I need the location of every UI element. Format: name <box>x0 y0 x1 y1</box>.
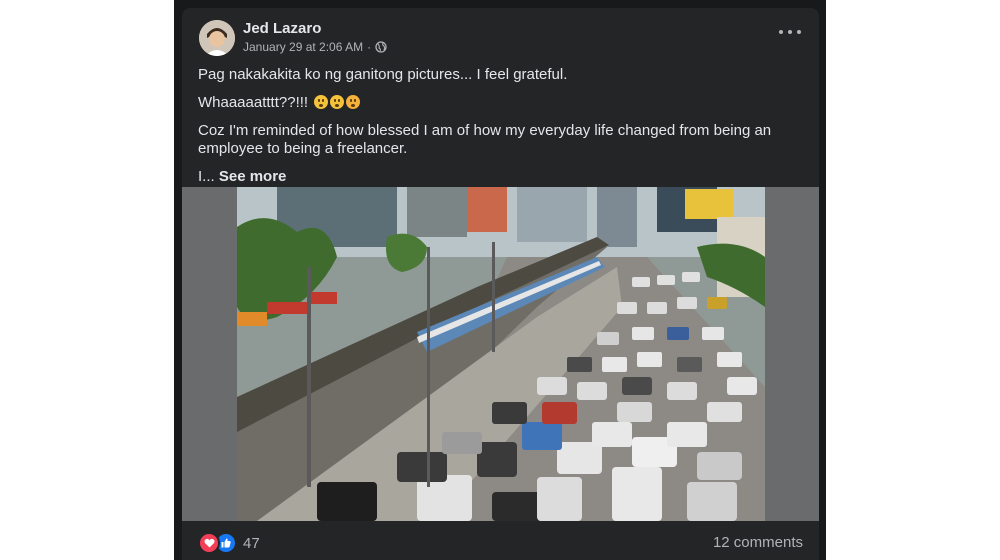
more-options-icon[interactable] <box>779 26 801 38</box>
post-text-exclaim: Whaaaaatttt??!!! <box>198 94 309 111</box>
post-text-line: Pag nakakakita ko ng ganitong pictures..… <box>198 66 568 83</box>
meta-separator: · <box>367 40 372 54</box>
reactions-summary[interactable]: 47 <box>198 532 260 554</box>
tired-face-emoji <box>314 95 329 109</box>
post-text-truncated: I... <box>198 168 215 185</box>
globe-icon[interactable] <box>375 41 387 53</box>
hushed-face-emoji <box>330 95 345 109</box>
reaction-count: 47 <box>243 534 260 552</box>
dot <box>797 30 801 34</box>
post-text: Pag nakakakita ko ng ganitong pictures..… <box>198 66 798 196</box>
comments-count-link[interactable]: 12 comments <box>713 534 803 551</box>
post-timestamp[interactable]: January 29 at 2:06 AM <box>243 40 363 54</box>
post-text-line: I... See more <box>198 168 798 186</box>
post-image-container[interactable] <box>182 187 819 521</box>
flushed-face-emoji <box>346 95 361 109</box>
facebook-post: Jed Lazaro January 29 at 2:06 AM · Pag n… <box>182 8 819 560</box>
post-footer: 47 12 comments <box>182 521 819 560</box>
post-text-line: Coz I'm reminded of how blessed I am of … <box>198 122 772 157</box>
see-more-link[interactable]: See more <box>219 168 287 185</box>
traffic-photo <box>237 187 765 521</box>
avatar[interactable] <box>199 20 235 56</box>
love-icon <box>198 532 220 554</box>
author-name[interactable]: Jed Lazaro <box>243 20 321 37</box>
dot <box>788 30 792 34</box>
dot <box>779 30 783 34</box>
post-meta: January 29 at 2:06 AM · <box>243 40 387 54</box>
post-text-line: Whaaaaatttt??!!! <box>198 94 798 112</box>
